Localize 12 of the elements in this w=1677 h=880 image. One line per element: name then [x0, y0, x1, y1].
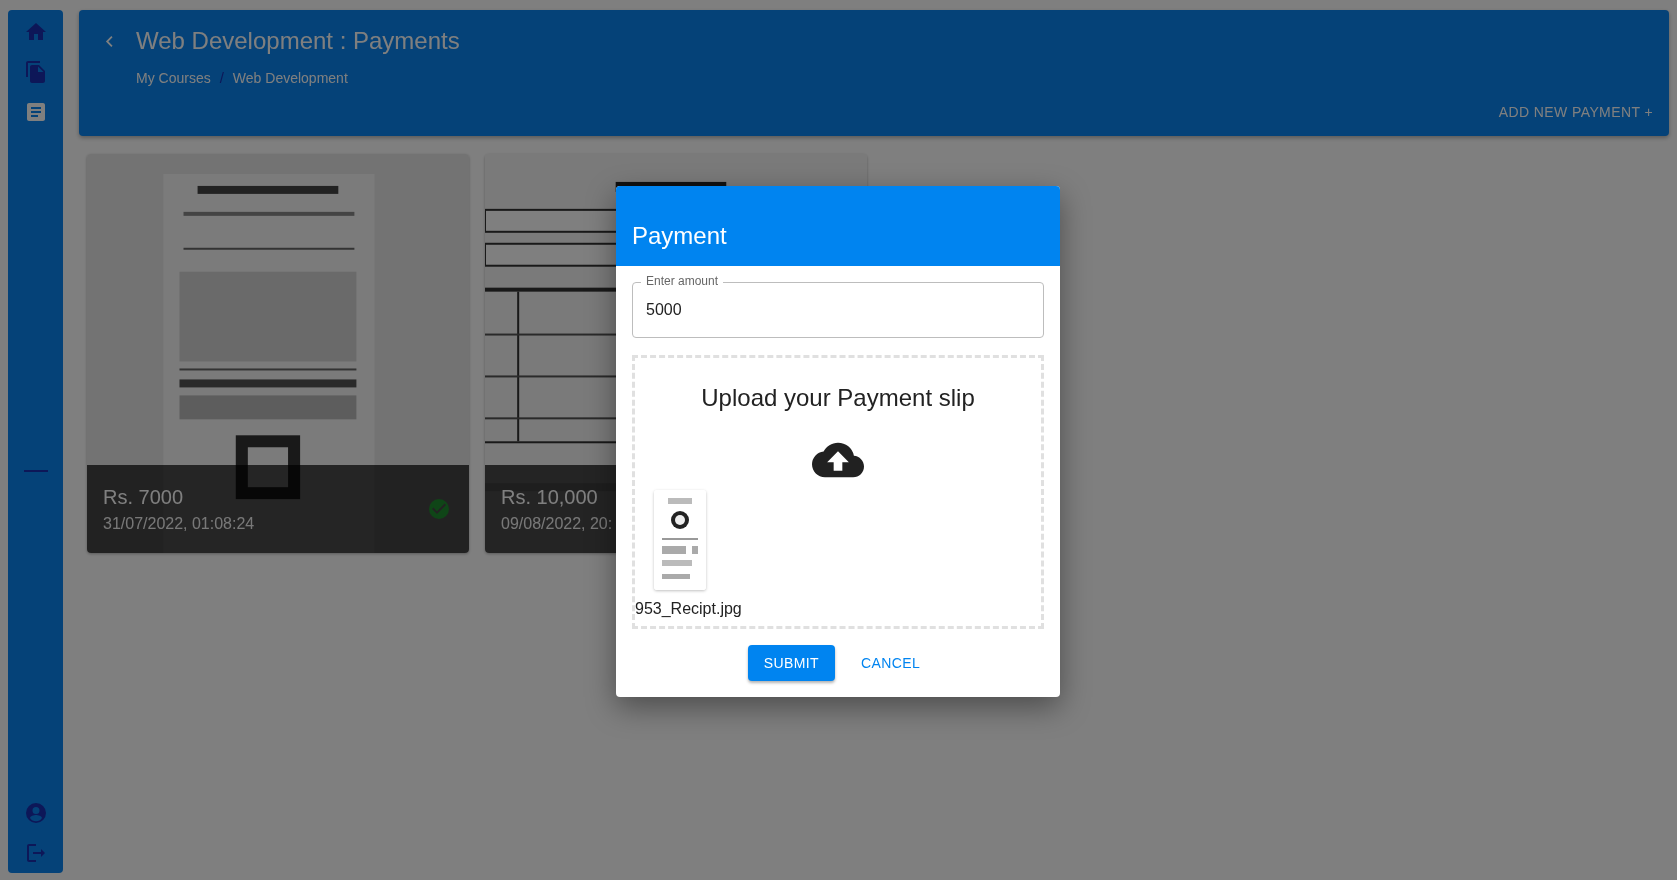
- payment-date: 31/07/2022, 01:08:24: [103, 514, 255, 533]
- back-icon[interactable]: [105, 34, 114, 48]
- file-name: 953_Recipt.jpg: [635, 600, 742, 618]
- cancel-button[interactable]: CANCEL: [853, 645, 929, 681]
- breadcrumb-link[interactable]: My Courses: [136, 69, 211, 86]
- page-title: Web Development : Payments: [136, 27, 460, 55]
- breadcrumb-separator: /: [219, 69, 224, 86]
- files-icon[interactable]: [23, 58, 48, 86]
- add-payment-link[interactable]: ADD NEW PAYMENT +: [1498, 104, 1653, 120]
- breadcrumb-link[interactable]: Web Development: [232, 69, 348, 86]
- payment-amount: Rs. 7000: [103, 485, 185, 509]
- submit-button[interactable]: SUBMIT: [747, 645, 836, 681]
